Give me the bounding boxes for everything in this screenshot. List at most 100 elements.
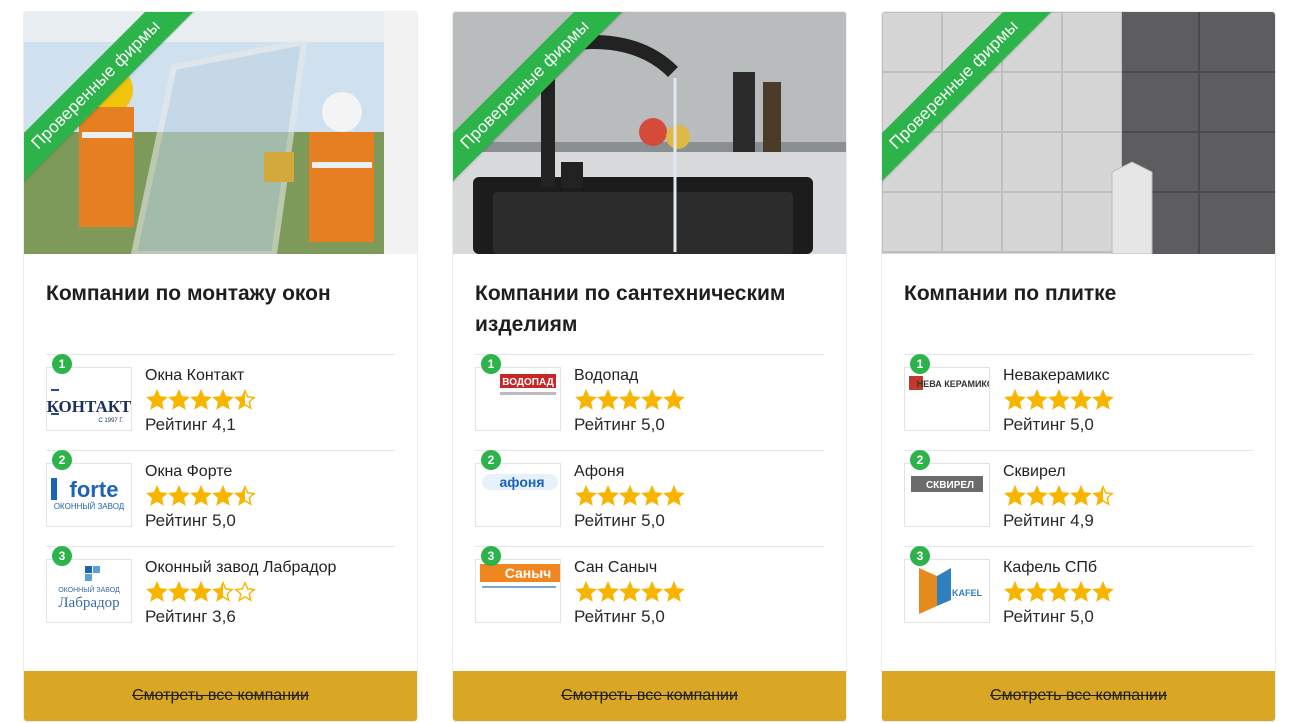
stars-svg [146,389,256,410]
company-logo[interactable]: forte ОКОННЫЙ ЗАВОД [46,463,132,527]
star-rating [145,581,257,603]
star-rating [1003,485,1115,507]
company-logo[interactable]: афоня [475,463,561,527]
rating-text: Рейтинг 5,0 [574,415,665,434]
stars-svg [575,581,685,602]
window-installers-image[interactable]: Проверенные фирмы [24,12,417,254]
company-name[interactable]: Сан Саныч [574,559,657,577]
company-name[interactable]: Окна Форте [145,463,232,481]
company-name[interactable]: Афоня [574,463,624,481]
company-name[interactable]: Невакерамикс [1003,367,1110,385]
stars-svg [1004,581,1114,602]
svg-text:НЕВА КЕРАМИКС: НЕВА КЕРАМИКС [917,379,989,389]
star-full-icon [1070,485,1092,506]
company-name[interactable]: Водопад [574,367,638,385]
company-row[interactable]: KAFEL 3 Кафель СПб Рейтинг 5,0 [904,546,1253,642]
company-row[interactable]: forte ОКОННЫЙ ЗАВОД 2 Окна Форте Рейтинг… [46,450,395,546]
star-full-icon [146,581,168,602]
company-name[interactable]: Сквирел [1003,463,1066,481]
star-rating [1003,581,1115,603]
star-empty-icon [234,581,256,602]
rank-badge: 2 [910,450,930,470]
star-full-icon [1026,389,1048,410]
star-full-icon [1026,581,1048,602]
star-full-icon [190,389,212,410]
company-logo[interactable]: Саныч [475,559,561,623]
category-card-windows: Проверенные фирмы Компании по монтажу ок… [23,11,418,722]
star-full-icon [1004,389,1026,410]
stars-svg [146,485,256,506]
category-card-plumbing: Проверенные фирмы Компании по сантехниче… [452,11,847,722]
stars-svg [1004,389,1114,410]
star-full-icon [168,485,190,506]
company-row[interactable]: ОКОННЫЙ ЗАВОД Лабрадор 3 Оконный завод Л… [46,546,395,642]
star-full-icon [146,389,168,410]
star-full-icon [1048,389,1070,410]
company-row[interactable]: Саныч 3 Сан Саныч Рейтинг 5,0 [475,546,824,642]
card-title[interactable]: Компании по плитке [904,278,1255,309]
star-full-icon [1048,581,1070,602]
star-rating [1003,389,1115,411]
star-full-icon [641,581,663,602]
rank-badge: 3 [481,546,501,566]
bathroom-tile-image[interactable]: Проверенные фирмы [882,12,1275,254]
company-row[interactable]: афоня 2 Афоня Рейтинг 5,0 [475,450,824,546]
svg-text:forte: forte [70,477,119,502]
star-full-icon [575,581,597,602]
company-logo[interactable]: ВОДОПАД [475,367,561,431]
star-full-icon [1070,389,1092,410]
company-row[interactable]: СКВИРЕЛ 2 Сквирел Рейтинг 4,9 [904,450,1253,546]
company-logo[interactable]: ОКОННЫЙ ЗАВОД Лабрадор [46,559,132,623]
star-full-icon [619,389,641,410]
company-row[interactable]: ВОДОПАД 1 Водопад Рейтинг 5,0 [475,354,824,450]
svg-text:Саныч: Саныч [505,565,552,581]
stars-svg [1004,485,1114,506]
card-title[interactable]: Компании по монтажу окон [46,278,397,309]
kitchen-faucet-image[interactable]: Проверенные фирмы [453,12,846,254]
star-rating [574,389,686,411]
star-full-icon [619,485,641,506]
category-card-tile: Проверенные фирмы Компании по плитке НЕВ… [881,11,1276,722]
company-row[interactable]: КОНТАКТ С 1997 Г. 1 Окна Контакт Рейтинг… [46,354,395,450]
star-full-icon [575,485,597,506]
rank-badge: 2 [52,450,72,470]
svg-text:KAFEL: KAFEL [952,588,982,598]
rating-text: Рейтинг 5,0 [1003,415,1094,434]
star-full-icon [146,485,168,506]
star-full-icon [641,389,663,410]
svg-text:ВОДОПАД: ВОДОПАД [502,377,553,388]
company-list: КОНТАКТ С 1997 Г. 1 Окна Контакт Рейтинг… [46,354,395,642]
rating-text: Рейтинг 5,0 [574,511,665,530]
rank-badge: 1 [481,354,501,374]
star-half-icon [1092,485,1114,506]
svg-text:ОКОННЫЙ ЗАВОД: ОКОННЫЙ ЗАВОД [54,502,125,511]
company-name[interactable]: Оконный завод Лабрадор [145,559,336,577]
star-full-icon [597,485,619,506]
star-full-icon [597,581,619,602]
card-title[interactable]: Компании по сантехническим изделиям [475,278,826,340]
company-logo[interactable]: KAFEL [904,559,990,623]
rank-badge: 3 [910,546,930,566]
star-rating [145,485,257,507]
stars-svg [575,485,685,506]
stars-svg [575,389,685,410]
svg-text:ОКОННЫЙ ЗАВОД: ОКОННЫЙ ЗАВОД [58,585,120,594]
company-name[interactable]: Окна Контакт [145,367,244,385]
star-half-icon [234,485,256,506]
view-all-companies-button[interactable]: Смотреть все компании [24,671,417,721]
company-logo[interactable]: НЕВА КЕРАМИКС [904,367,990,431]
view-all-companies-button[interactable]: Смотреть все компании [453,671,846,721]
company-name[interactable]: Кафель СПб [1003,559,1097,577]
star-rating [574,581,686,603]
view-all-companies-button[interactable]: Смотреть все компании [882,671,1275,721]
company-row[interactable]: НЕВА КЕРАМИКС 1 Невакерамикс Рейтинг 5,0 [904,354,1253,450]
svg-text:КОНТАКТ: КОНТАКТ [47,397,131,416]
star-full-icon [597,389,619,410]
stars-svg [146,581,256,602]
svg-text:афоня: афоня [499,474,544,490]
company-logo[interactable]: СКВИРЕЛ [904,463,990,527]
rank-badge: 1 [910,354,930,374]
star-full-icon [663,485,685,506]
rating-text: Рейтинг 4,1 [145,415,236,434]
company-logo[interactable]: КОНТАКТ С 1997 Г. [46,367,132,431]
